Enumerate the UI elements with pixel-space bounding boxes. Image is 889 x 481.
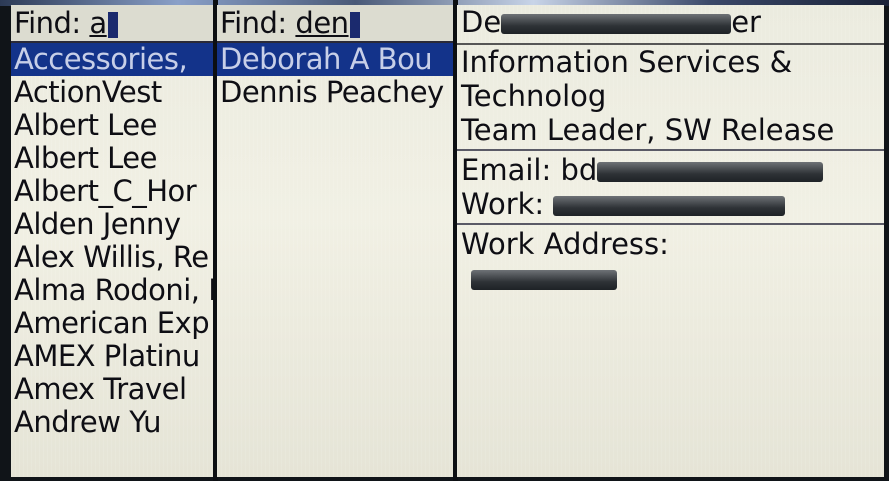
list-item[interactable]: ActionVest: [11, 76, 214, 109]
contact-list-screen: Find: a Accessories, ActionVest Albert L…: [11, 5, 214, 477]
list-item[interactable]: Alma Rodoni, I: [11, 274, 214, 307]
redaction-bar: [471, 270, 617, 290]
find-term: a: [89, 6, 107, 40]
name-prefix: De: [461, 5, 502, 39]
address-row[interactable]: [457, 261, 884, 295]
redaction-bar: [501, 14, 732, 34]
list-item[interactable]: Albert_C_Hor: [11, 175, 214, 208]
redaction-bar: [553, 196, 786, 216]
filtered-list: Deborah A Bou Dennis Peachey: [217, 43, 453, 109]
redaction-bar: [597, 162, 824, 182]
address-label: Work Address:: [461, 227, 669, 261]
contact-list: Accessories, ActionVest Albert Lee Alber…: [11, 43, 214, 439]
find-prefix: Find:: [14, 6, 81, 40]
contact-name: De er: [457, 5, 884, 45]
email-label: Email: bd: [461, 153, 598, 187]
find-prefix: Find:: [220, 6, 287, 40]
text-cursor: [349, 12, 360, 38]
list-item[interactable]: Alden Jenny: [11, 208, 214, 241]
section-divider: [457, 223, 884, 225]
list-item[interactable]: AMEX Platinu: [11, 340, 214, 373]
filtered-list-screen: Find: den Deborah A Bou Dennis Peachey: [217, 5, 453, 477]
department-line: Information Services &: [461, 45, 793, 79]
work-phone-row[interactable]: Work:: [457, 187, 884, 221]
department-line: Technolog: [461, 79, 607, 113]
list-item[interactable]: Albert Lee: [11, 109, 214, 142]
contact-detail-screen: De er Information Services & Technolog Te…: [457, 5, 884, 477]
list-item[interactable]: Accessories,: [11, 43, 214, 76]
list-item[interactable]: Andrew Yu: [11, 406, 214, 439]
list-item[interactable]: Alex Willis, Re: [11, 241, 214, 274]
work-label: Work:: [461, 187, 545, 221]
list-item[interactable]: Amex Travel: [11, 373, 214, 406]
find-field[interactable]: Find: a: [11, 5, 214, 43]
name-suffix: er: [731, 5, 761, 39]
list-item[interactable]: American Exp: [11, 307, 214, 340]
list-item[interactable]: Albert Lee: [11, 142, 214, 175]
find-field[interactable]: Find: den: [217, 5, 453, 43]
email-row[interactable]: Email: bd: [457, 153, 884, 187]
list-item[interactable]: Dennis Peachey: [217, 76, 453, 109]
job-title: Team Leader, SW Release: [461, 113, 835, 147]
find-term: den: [295, 6, 349, 40]
text-cursor: [107, 12, 118, 38]
section-divider: [457, 149, 884, 151]
list-item[interactable]: Deborah A Bou: [217, 43, 453, 76]
